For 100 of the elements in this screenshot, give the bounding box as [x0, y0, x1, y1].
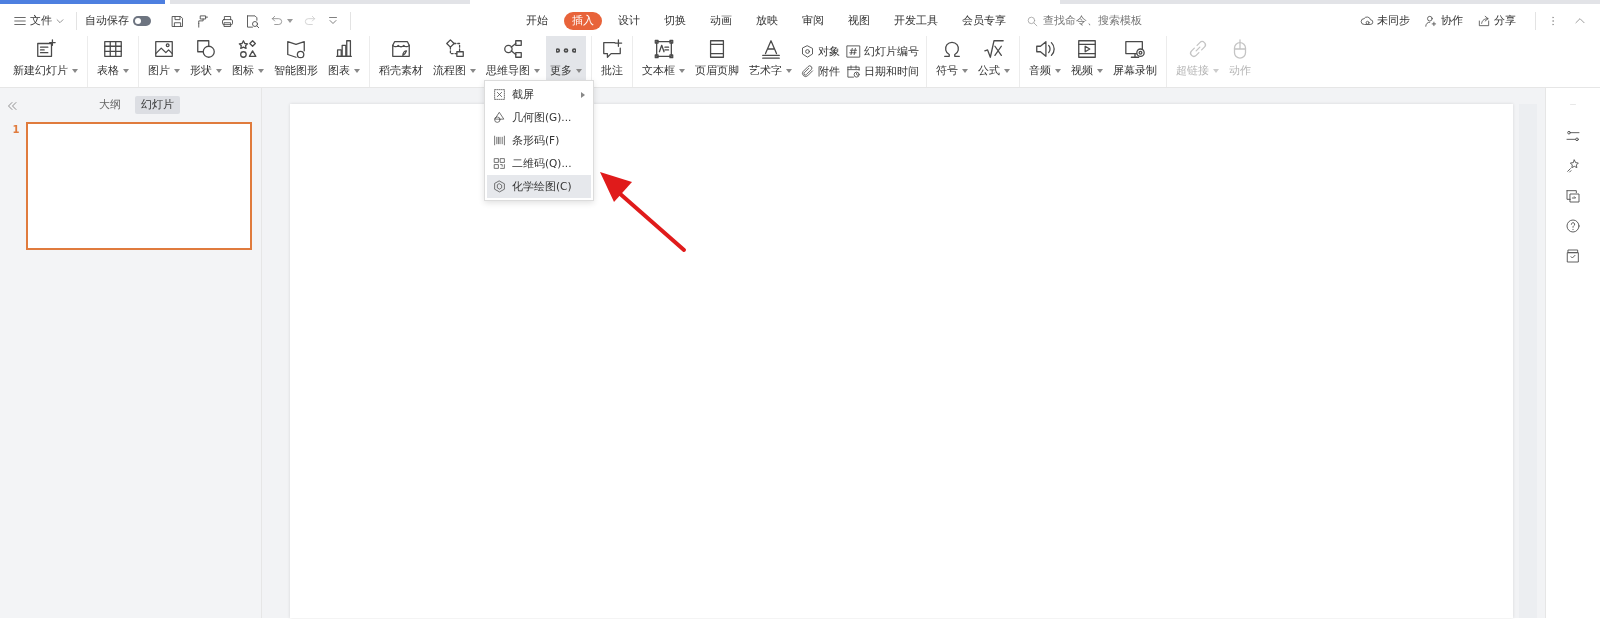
object-button[interactable]: 对象 — [800, 43, 840, 60]
ribbon-tab[interactable]: 视图 — [839, 11, 878, 31]
caret-icon — [123, 68, 129, 73]
table-icon — [102, 38, 124, 60]
storefront-icon — [390, 38, 412, 60]
new-slide-icon — [34, 38, 57, 60]
storefront-button[interactable]: 稻壳素材 — [375, 36, 427, 87]
icon-set-icon — [237, 38, 259, 60]
menu-icon — [13, 14, 27, 28]
video-button[interactable]: 视频 — [1067, 36, 1107, 87]
caret-icon — [258, 68, 264, 73]
hash-button[interactable]: 幻灯片编号 — [846, 43, 919, 60]
search-icon — [1025, 14, 1039, 28]
cloud-button[interactable]: 未同步 — [1357, 12, 1413, 30]
format-painter-icon — [195, 13, 210, 29]
inbox-icon — [1565, 248, 1581, 264]
page-button[interactable]: 页眉页脚 — [691, 36, 743, 87]
shapes-button[interactable]: 形状 — [186, 36, 226, 87]
search-field[interactable]: 查找命令、搜索模板 — [1025, 12, 1173, 30]
comment-button[interactable]: 批注 — [597, 36, 627, 87]
text-box-icon — [652, 38, 675, 60]
image-icon — [153, 38, 175, 60]
autosave-toggle[interactable] — [133, 16, 151, 26]
submenu-arrow-icon — [581, 91, 585, 98]
ribbon-tab[interactable]: 动画 — [701, 11, 740, 31]
undo-icon — [270, 14, 284, 28]
panel-tab[interactable]: 幻灯片 — [135, 96, 180, 114]
caret-icon — [470, 68, 476, 73]
smart-graphic-icon — [285, 38, 307, 60]
sparkle-star-icon — [1565, 158, 1581, 174]
screen-record-button[interactable]: 屏幕录制 — [1109, 36, 1161, 87]
text-box-button[interactable]: 文本框 — [638, 36, 689, 87]
ribbon-tab[interactable]: 放映 — [747, 11, 786, 31]
file-menu-button[interactable]: 文件 — [10, 12, 68, 30]
bar-chart-button[interactable]: 图表 — [324, 36, 364, 87]
double-chevron-icon — [6, 99, 18, 112]
print-icon — [220, 13, 235, 29]
screen-record-icon — [1124, 38, 1146, 60]
menu-item[interactable]: 条形码(F) — [487, 129, 591, 152]
caret-icon — [1004, 68, 1010, 73]
qr-code-icon — [493, 157, 506, 170]
smart-graphic-button[interactable]: 智能图形 — [270, 36, 322, 87]
new-slide-button[interactable]: 新建幻灯片 — [9, 36, 82, 87]
calendar-button[interactable]: 日期和时间 — [846, 63, 919, 80]
speaker-button[interactable]: 音频 — [1025, 36, 1065, 87]
table-button[interactable]: 表格 — [93, 36, 133, 87]
paperclip-icon — [800, 63, 815, 79]
formula-button[interactable]: 公式 — [974, 36, 1014, 87]
ribbon-tab[interactable]: 会员专享 — [953, 11, 1014, 31]
slide-thumbnail[interactable] — [26, 122, 252, 250]
autosave-label: 自动保存 — [85, 12, 129, 29]
add-person-icon — [1424, 14, 1438, 28]
share-button[interactable]: 分享 — [1474, 12, 1519, 30]
caret-icon — [576, 68, 582, 73]
geometry-icon — [493, 111, 506, 124]
add-person-button[interactable]: 协作 — [1421, 12, 1466, 30]
comment-icon — [601, 38, 623, 60]
caret-icon — [534, 68, 540, 73]
menu-item[interactable]: 化学绘图(C) — [487, 175, 591, 198]
caret-icon — [287, 19, 293, 23]
caret-icon — [72, 68, 78, 73]
caret-icon — [174, 68, 180, 73]
help-icon — [1565, 218, 1581, 234]
menu-item[interactable]: 几何图(G)... — [487, 106, 591, 129]
menu-item[interactable]: 二维码(Q)... — [487, 152, 591, 175]
save-icon — [170, 13, 185, 29]
slides-icon — [1565, 188, 1581, 204]
word-art-button[interactable]: 艺术字 — [745, 36, 796, 87]
paperclip-button[interactable]: 附件 — [800, 63, 840, 80]
caret-icon — [962, 68, 968, 73]
ribbon-tab[interactable]: 开始 — [517, 11, 556, 31]
share-icon — [1477, 14, 1491, 28]
redo-icon — [303, 14, 317, 28]
caret-icon — [1097, 68, 1103, 73]
ribbon-tab[interactable]: 设计 — [609, 11, 648, 31]
speaker-icon — [1034, 38, 1056, 60]
image-button[interactable]: 图片 — [144, 36, 184, 87]
ribbon-tab[interactable]: 切换 — [655, 11, 694, 31]
caret-icon — [354, 68, 360, 73]
mind-map-icon — [502, 38, 524, 60]
word-art-icon — [759, 38, 782, 60]
screenshot-icon — [493, 88, 506, 101]
more-icon — [556, 48, 576, 53]
hash-icon — [846, 44, 861, 60]
ribbon-tab[interactable]: 审阅 — [793, 11, 832, 31]
formula-icon — [983, 38, 1005, 60]
omega-button[interactable]: 符号 — [932, 36, 972, 87]
caret-icon — [1213, 68, 1219, 73]
icon-set-button[interactable]: 图标 — [228, 36, 268, 87]
hexagon-icon — [493, 180, 506, 193]
video-icon — [1076, 38, 1098, 60]
print-preview-icon — [245, 13, 260, 29]
caret-icon — [679, 68, 685, 73]
flowchart-icon — [443, 38, 466, 60]
ribbon-tab[interactable]: 开发工具 — [885, 11, 946, 31]
panel-tab[interactable]: 大纲 — [93, 96, 127, 114]
bar-chart-icon — [333, 38, 355, 60]
slide-number: 1 — [11, 123, 21, 137]
flowchart-button[interactable]: 流程图 — [429, 36, 480, 87]
calendar-icon — [846, 63, 861, 79]
